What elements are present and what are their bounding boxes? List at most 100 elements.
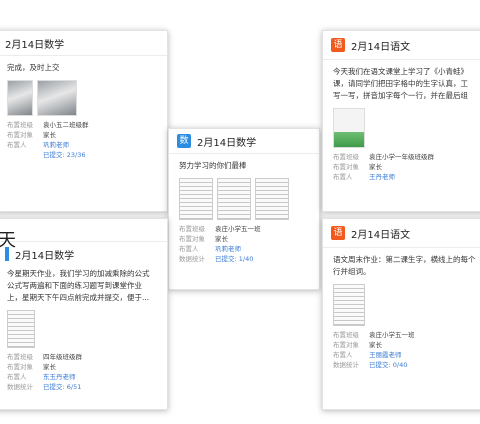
math-subject-icon: 数	[177, 134, 191, 148]
chinese-subject-icon: 语	[331, 38, 345, 52]
homework-card-chinese-2[interactable]: 语 2月14日语文 语文周末作业：第二课生字，横线上的每个 行并组词。 布置班级…	[322, 218, 480, 410]
teacher-link[interactable]: 王丽霞老师	[369, 350, 402, 360]
meta-value: 袁小五二班级群	[43, 121, 89, 129]
teacher-link[interactable]: 巩莉老师	[43, 140, 69, 150]
attachment-thumbnail[interactable]	[7, 310, 35, 348]
meta-label: 布置对象	[179, 235, 205, 243]
attachment-thumbnails	[0, 74, 167, 116]
card-body: 今星期天作业，我们学习的加减乘除的公式 公式写两遍和下面的练习题写到课堂作业 上…	[0, 266, 167, 304]
card-meta: 布置班级 袁庄小学五一班 布置对象 家长 布置人 巩莉老师 数据统计 已提交: …	[169, 220, 319, 264]
meta-label: 数据统计	[179, 255, 205, 263]
card-meta: 布置班级 四年级班级群 布置对象 家长 布置人 东玉丹老师 数据统计 已提交: …	[0, 348, 167, 392]
meta-value: 袁庄小学一年级班级群	[369, 153, 434, 161]
submission-stats[interactable]: 已提交: 0/40	[369, 360, 407, 370]
attachment-thumbnail[interactable]	[333, 108, 365, 148]
body-line: 今星期天作业，我们学习的加减乘除的公式	[7, 269, 150, 278]
card-header-top-strip	[0, 219, 167, 242]
meta-label: 布置人	[7, 373, 27, 381]
body-line: 公式写两遍和下面的练习题写到课堂作业	[7, 281, 142, 290]
meta-row-stats: 数据统计 已提交: 0/40	[333, 360, 477, 370]
meta-value: 袁庄小学五一班	[369, 331, 415, 339]
meta-row-target: 布置对象 家长	[7, 362, 157, 372]
attachment-thumbnail[interactable]	[179, 178, 213, 220]
meta-row-target: 布置对象 家长	[179, 234, 309, 244]
meta-row-target: 布置对象 家长	[333, 340, 477, 350]
body-line: 语文周末作业：第二课生字，横线上的每个	[333, 255, 476, 264]
submission-stats[interactable]: 已提交: 6/51	[43, 382, 81, 392]
card-header: 语 2月14日语文	[323, 219, 480, 248]
card-header: 数 2月14日数学	[169, 129, 319, 154]
body-line: 课，请同学们把田字格中的生字认真，工	[333, 79, 468, 88]
meta-label: 布置班级	[7, 353, 33, 361]
card-date-title: 2月14日数学	[5, 39, 65, 51]
meta-label: 数据统计	[7, 383, 33, 391]
meta-row-teacher: 布置人 东玉丹老师	[7, 372, 157, 382]
attachment-thumbnail[interactable]	[37, 80, 77, 116]
teacher-link[interactable]: 巩莉老师	[215, 244, 241, 254]
attachment-thumbnail[interactable]	[255, 178, 289, 220]
attachment-thumbnail[interactable]	[7, 80, 33, 116]
body-line: 上，星期天下午四点前完成并提交，便于...	[7, 293, 150, 302]
meta-value: 家长	[43, 131, 56, 139]
meta-row-teacher: 布置人 巩莉老师	[7, 140, 157, 150]
meta-label: 布置班级	[333, 153, 359, 161]
submission-stats[interactable]: 已提交: 23/36	[43, 150, 86, 160]
body-line: 行并组词。	[333, 267, 371, 276]
attachment-thumbnails	[0, 304, 167, 348]
homework-card-math-2[interactable]: 数 2月14日数学 努力学习的你们最棒 布置班级 袁庄小学五一班 布置对象 家长…	[168, 128, 320, 290]
homework-card-chinese-1[interactable]: 语 2月14日语文 今天我们在语文课堂上学习了《小青蛙》 课，请同学们把田字格中…	[322, 30, 480, 212]
chinese-subject-icon: 语	[331, 226, 345, 240]
card-meta: 布置班级 袁小五二班级群 布置对象 家长 布置人 巩莉老师 已提交: 23/36	[0, 116, 167, 160]
card-header: 2月14日数学	[0, 242, 167, 266]
meta-row-stats: 数据统计 已提交: 6/51	[7, 382, 157, 392]
meta-label: 布置对象	[7, 131, 33, 139]
teacher-link[interactable]: 东玉丹老师	[43, 372, 76, 382]
body-line: 写一写，拼音加字每个一行，并在最后组	[333, 91, 468, 100]
meta-row-class: 布置班级 袁小五二班级群	[7, 120, 157, 130]
meta-label: 布置人	[333, 173, 353, 181]
card-date-title: 2月14日数学	[197, 137, 257, 149]
card-body: 语文周末作业：第二课生字，横线上的每个 行并组词。	[323, 248, 480, 278]
meta-label: 布置班级	[179, 225, 205, 233]
meta-value: 家长	[43, 363, 56, 371]
card-body: 今天我们在语文课堂上学习了《小青蛙》 课，请同学们把田字格中的生字认真，工 写一…	[323, 60, 480, 102]
card-date-title: 2月14日数学	[15, 250, 75, 262]
meta-row-class: 布置班级 袁庄小学五一班	[333, 330, 477, 340]
meta-label: 布置对象	[7, 363, 33, 371]
meta-row-teacher: 布置人 王丽霞老师	[333, 350, 477, 360]
meta-value: 家长	[215, 235, 228, 243]
meta-label: 布置班级	[333, 331, 359, 339]
homework-card-math-1[interactable]: 2月14日数学 完成，及时上交 布置班级 袁小五二班级群 布置对象 家长 布置人…	[0, 30, 168, 212]
meta-label: 布置人	[179, 245, 199, 253]
meta-row-teacher: 布置人 巩莉老师	[179, 244, 309, 254]
meta-row-teacher: 布置人 王丹老师	[333, 172, 477, 182]
card-body: 完成，及时上交	[7, 63, 60, 72]
meta-row-stats: 数据统计 已提交: 1/40	[179, 254, 309, 264]
body-line: 今天我们在语文课堂上学习了《小青蛙》	[333, 67, 468, 76]
meta-row-target: 布置对象 家长	[7, 130, 157, 140]
card-header: 2月14日数学	[0, 31, 167, 56]
submission-stats[interactable]: 已提交: 1/40	[215, 254, 253, 264]
attachment-thumbnail[interactable]	[333, 284, 365, 326]
meta-row-class: 布置班级 四年级班级群	[7, 352, 157, 362]
attachment-thumbnails	[323, 278, 480, 326]
meta-label: 数据统计	[333, 361, 359, 369]
meta-label	[7, 150, 43, 160]
meta-label: 布置班级	[7, 121, 33, 129]
card-date-title: 2月14日语文	[351, 41, 411, 53]
meta-value: 四年级班级群	[43, 353, 82, 361]
attachment-thumbnails	[323, 102, 480, 148]
meta-label: 布置人	[7, 141, 27, 149]
card-meta: 布置班级 袁庄小学五一班 布置对象 家长 布置人 王丽霞老师 数据统计 已提交:…	[323, 326, 480, 370]
card-header: 语 2月14日语文	[323, 31, 480, 60]
meta-row-stats: 已提交: 23/36	[7, 150, 157, 160]
card-meta: 布置班级 袁庄小学一年级班级群 布置对象 家长 布置人 王丹老师	[323, 148, 480, 182]
teacher-link[interactable]: 王丹老师	[369, 172, 395, 182]
meta-row-target: 布置对象 家长	[333, 162, 477, 172]
meta-label: 布置对象	[333, 341, 359, 349]
homework-card-math-3[interactable]: 2月14日数学 今星期天作业，我们学习的加减乘除的公式 公式写两遍和下面的练习题…	[0, 218, 168, 410]
meta-label: 布置人	[333, 351, 353, 359]
meta-row-class: 布置班级 袁庄小学五一班	[179, 224, 309, 234]
meta-value: 袁庄小学五一班	[215, 225, 261, 233]
attachment-thumbnail[interactable]	[217, 178, 251, 220]
